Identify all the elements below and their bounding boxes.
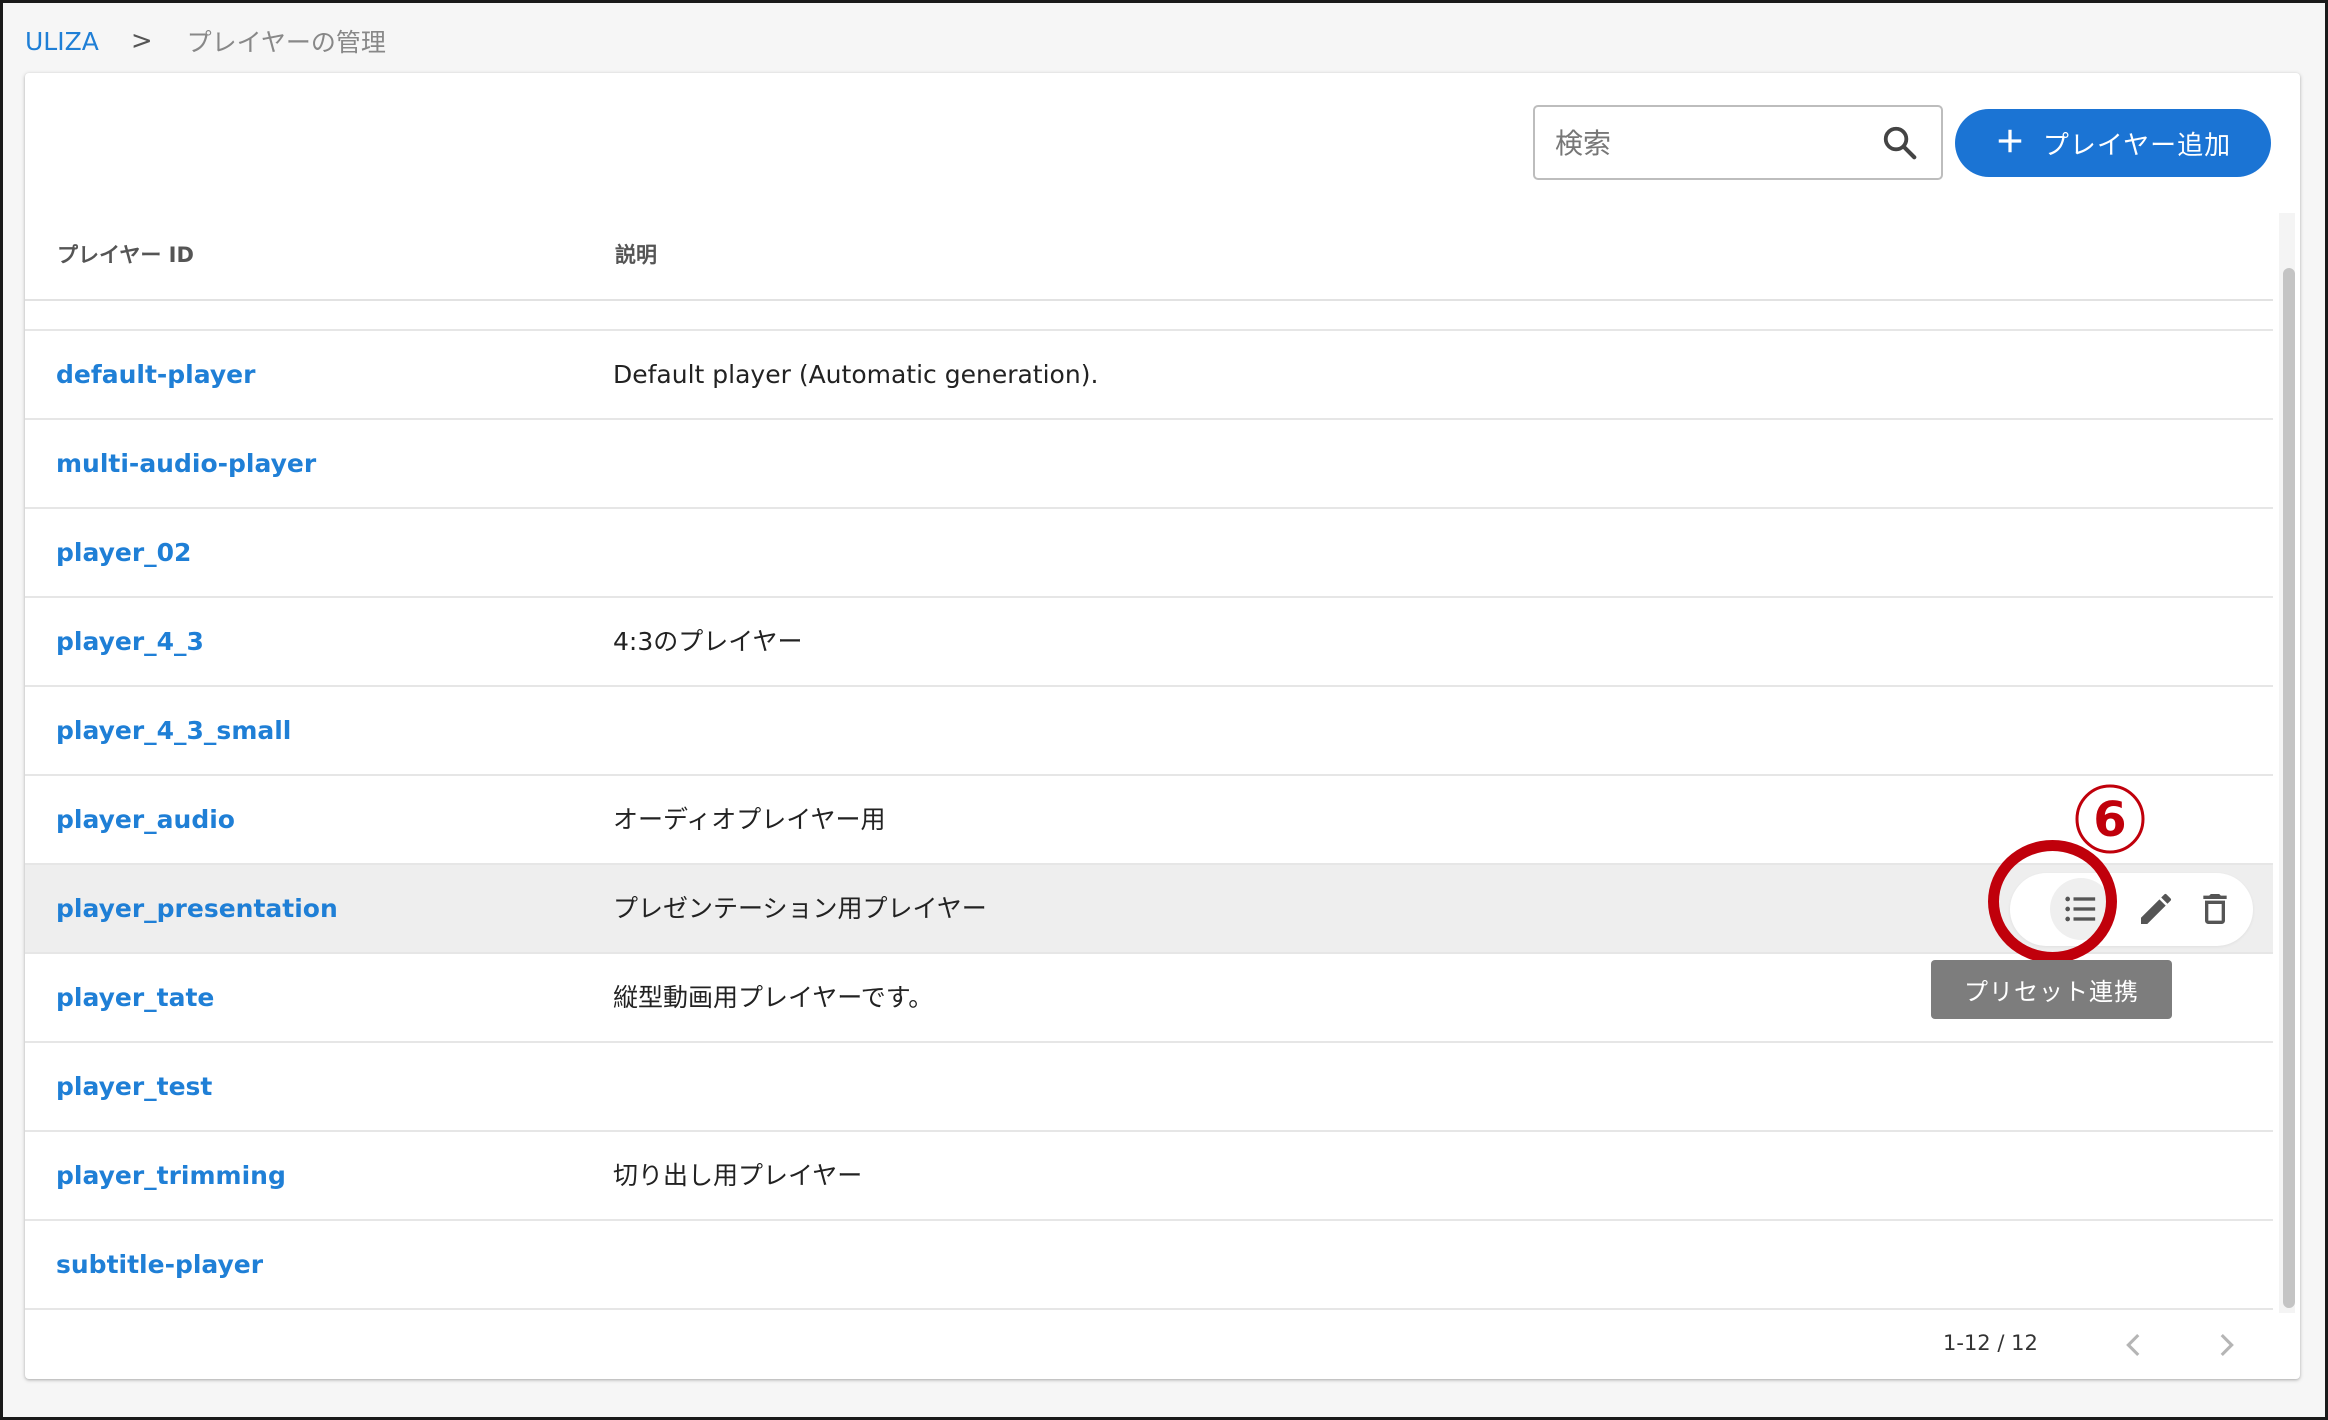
player-id-link[interactable]: player_trimming <box>56 1132 286 1219</box>
breadcrumb-current: プレイヤーの管理 <box>186 28 386 57</box>
trash-icon <box>2203 894 2227 924</box>
player-id-link[interactable]: player_4_3_small <box>56 687 291 774</box>
annotation-step-number: 6 <box>2075 784 2145 854</box>
player-description: プレゼンテーション用プレイヤー <box>613 894 987 923</box>
breadcrumb-separator: > <box>130 26 153 56</box>
table-row[interactable]: player_audio オーディオプレイヤー用 <box>25 776 2273 865</box>
table-row[interactable]: default-player Default player (Automatic… <box>25 331 2273 420</box>
edit-button[interactable] <box>2134 887 2178 931</box>
chevron-left-icon[interactable] <box>2117 1328 2151 1362</box>
plus-icon <box>1998 129 2022 153</box>
table-row[interactable]: subtitle-player <box>25 1221 2273 1310</box>
table-spacer <box>25 301 2273 331</box>
table-row-hovered[interactable]: player_presentation プレゼンテーション用プレイヤー <box>25 865 2273 954</box>
player-description: Default player (Automatic generation). <box>613 360 1099 389</box>
breadcrumb: ULIZA > プレイヤーの管理 <box>25 23 386 59</box>
preset-link-tooltip: プリセット連携 <box>1931 960 2172 1019</box>
player-id-link[interactable]: player_4_3 <box>56 598 204 685</box>
breadcrumb-root-link[interactable]: ULIZA <box>25 27 99 56</box>
player-id-link[interactable]: subtitle-player <box>56 1221 263 1308</box>
player-id-link[interactable]: default-player <box>56 331 255 418</box>
search-icon[interactable] <box>1881 124 1919 162</box>
table-row[interactable]: player_4_3_small <box>25 687 2273 776</box>
scrollbar-thumb[interactable] <box>2283 268 2295 1308</box>
column-header-player-id[interactable]: プレイヤー ID <box>57 239 194 269</box>
add-player-button[interactable]: プレイヤー追加 <box>1955 109 2271 177</box>
table-row[interactable]: player_4_3 4:3のプレイヤー <box>25 598 2273 687</box>
search-field[interactable] <box>1533 105 1943 180</box>
column-header-description[interactable]: 説明 <box>615 239 657 269</box>
player-id-link[interactable]: player_audio <box>56 776 235 863</box>
search-input[interactable] <box>1555 119 1865 167</box>
player-id-link[interactable]: player_tate <box>56 954 214 1041</box>
table-header: プレイヤー ID 説明 <box>25 203 2273 301</box>
player-id-link[interactable]: multi-audio-player <box>56 420 316 507</box>
table-row[interactable]: player_02 <box>25 509 2273 598</box>
player-description: 切り出し用プレイヤー <box>613 1161 863 1190</box>
player-id-link[interactable]: player_02 <box>56 509 191 596</box>
pagination-info: 1-12 / 12 <box>1943 1331 2038 1355</box>
table-row[interactable]: player_test <box>25 1043 2273 1132</box>
player-id-link[interactable]: player_presentation <box>56 865 338 952</box>
table-row[interactable]: player_trimming 切り出し用プレイヤー <box>25 1132 2273 1221</box>
table-row[interactable]: multi-audio-player <box>25 420 2273 509</box>
player-description: 4:3のプレイヤー <box>613 627 803 656</box>
player-id-link[interactable]: player_test <box>56 1043 212 1130</box>
delete-button[interactable] <box>2193 887 2237 931</box>
app-window: ULIZA > プレイヤーの管理 プレイヤー追加 プレイヤー ID 説明 <box>0 0 2328 1420</box>
player-list-card: プレイヤー追加 プレイヤー ID 説明 default-player Defau… <box>25 73 2300 1379</box>
player-description: オーディオプレイヤー用 <box>613 805 886 834</box>
pencil-icon <box>2141 893 2172 924</box>
svg-text:6: 6 <box>2093 792 2126 848</box>
player-description: 縦型動画用プレイヤーです。 <box>613 983 934 1012</box>
table-body: default-player Default player (Automatic… <box>25 331 2273 1310</box>
add-player-label: プレイヤー追加 <box>2042 130 2232 161</box>
chevron-right-icon[interactable] <box>2209 1328 2243 1362</box>
